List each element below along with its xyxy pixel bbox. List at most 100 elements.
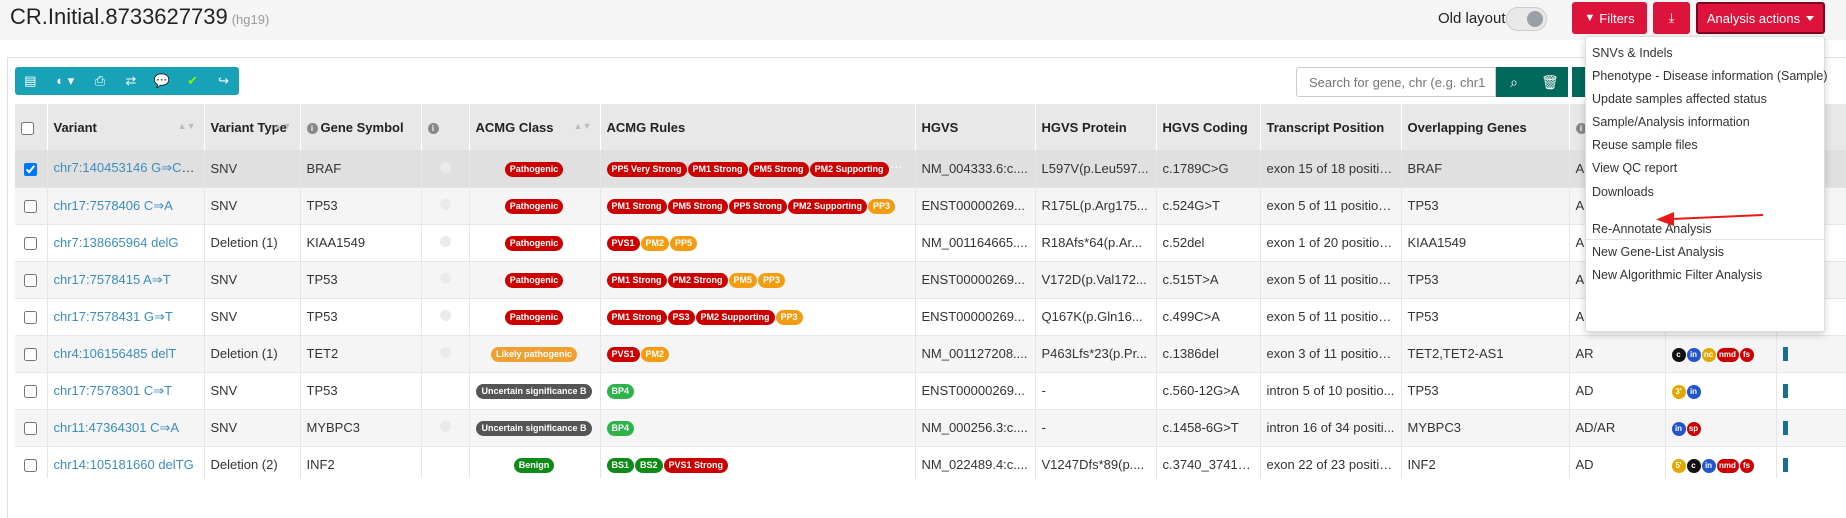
variant-cell[interactable]: chr17:7578415 A⇒T	[47, 261, 205, 299]
row-checkbox[interactable]	[24, 311, 38, 325]
variant-cell[interactable]: chr11:47364301 C⇒A	[47, 409, 205, 447]
comments-icon[interactable]: 💬	[146, 67, 177, 95]
menu-item-phenotype[interactable]: Phenotype - Disease information (Sample)	[1592, 69, 1828, 83]
variant-cell[interactable]: chr7:138665964 delG	[47, 224, 205, 262]
col-variant[interactable]: Variant ▲▼	[47, 104, 205, 150]
variant-link[interactable]: chr17:7578431 G⇒T	[54, 309, 173, 324]
variant-type-cell: SNV	[204, 372, 301, 410]
menu-item-sample-info[interactable]: Sample/Analysis information	[1592, 115, 1750, 129]
table-row[interactable]: chr17:7578301 C⇒T SNV TP53 Uncertain sig…	[15, 372, 1846, 410]
caret-down-icon	[1806, 15, 1815, 21]
row-checkbox[interactable]	[24, 348, 38, 362]
share-icon[interactable]: ↪	[208, 67, 239, 95]
old-layout-toggle[interactable]	[1506, 7, 1547, 31]
acmg-rule-badge: PP3	[868, 199, 896, 214]
table-row[interactable]: chr17:7578406 C⇒A SNV TP53 Pathogenic PM…	[15, 187, 1846, 225]
menu-item-new-gene-list[interactable]: New Gene-List Analysis	[1592, 245, 1724, 259]
table-row[interactable]: chr7:140453146 G⇒C 💬 SNV BRAF Pathogenic…	[15, 150, 1846, 188]
variant-cell[interactable]: chr17:7578431 G⇒T	[47, 298, 205, 336]
acmg-class-cell: Pathogenic	[469, 261, 601, 299]
table-row[interactable]: chr17:7578431 G⇒T SNV TP53 Pathogenic PM…	[15, 298, 1846, 336]
menu-item-new-algorithmic[interactable]: New Algorithmic Filter Analysis	[1592, 268, 1762, 282]
acmg-rule-badge: PM1 Strong	[687, 161, 748, 177]
menu-item-downloads[interactable]: Downloads	[1592, 185, 1654, 199]
consequence-badge: c	[1671, 348, 1686, 362]
variant-link[interactable]: chr7:138665964 delG	[54, 235, 179, 250]
print-icon[interactable]: ⎙	[85, 67, 116, 95]
variant-link[interactable]: chr17:7578406 C⇒A	[54, 198, 173, 213]
analysis-actions-button[interactable]: Analysis actions	[1696, 2, 1825, 34]
columns-icon[interactable]: ▤	[15, 67, 46, 95]
row-checkbox[interactable]	[24, 422, 38, 436]
variant-link[interactable]: chr14:105181660 delTG	[54, 457, 194, 472]
select-all-header[interactable]	[15, 104, 48, 150]
overlapping-genes-cell: TP53	[1401, 298, 1570, 336]
variant-cell[interactable]: chr7:140453146 G⇒C 💬	[47, 150, 205, 188]
menu-item-reuse-files[interactable]: Reuse sample files	[1592, 138, 1698, 152]
swap-icon[interactable]: ⇄	[115, 67, 146, 95]
filter-icon: ▼	[1584, 12, 1596, 24]
acmg-rules-cell: PM1 Strong PS3 PM2 Supporting PP3	[600, 298, 916, 336]
variant-cell[interactable]: chr14:105181660 delTG	[47, 446, 205, 478]
menu-item-qc-report[interactable]: View QC report	[1592, 161, 1677, 175]
clear-search-button[interactable]: 🗑	[1532, 67, 1568, 97]
select-all-checkbox[interactable]	[21, 121, 34, 135]
variant-link[interactable]: chr7:140453146 G⇒C	[54, 160, 195, 175]
col-hgvs-protein[interactable]: HGVS Protein	[1035, 104, 1157, 150]
variant-link[interactable]: chr17:7578301 C⇒T	[54, 383, 173, 398]
acmg-class-cell: Benign	[469, 446, 601, 478]
info-cell	[421, 409, 470, 447]
variant-cell[interactable]: chr17:7578406 C⇒A	[47, 187, 205, 225]
row-checkbox[interactable]	[24, 274, 38, 288]
col-hgvs-coding[interactable]: HGVS Coding	[1156, 104, 1261, 150]
acmg-class-cell: Likely pathogenic	[469, 335, 601, 373]
variant-link[interactable]: chr4:106156485 delT	[54, 346, 177, 361]
variant-cell[interactable]: chr17:7578301 C⇒T	[47, 372, 205, 410]
row-checkbox[interactable]	[24, 237, 38, 251]
row-checkbox[interactable]	[24, 385, 38, 399]
menu-item-reannotate[interactable]: Re-Annotate Analysis	[1592, 222, 1712, 236]
contrast-icon[interactable]: ◐ ▾	[46, 67, 85, 95]
col-hgvs[interactable]: HGVS	[915, 104, 1036, 150]
sort-icon: ▲▼	[573, 121, 592, 131]
col-info[interactable]: i	[421, 104, 470, 150]
col-gene-symbol[interactable]: i Gene Symbol	[300, 104, 422, 150]
hgvs-coding-cell: c.1789C>G	[1156, 150, 1261, 188]
acmg-rule-badge: PM2 Supporting	[695, 310, 775, 325]
info-icon: i	[427, 122, 439, 134]
row-checkbox[interactable]	[24, 459, 38, 473]
table-row[interactable]: chr17:7578415 A⇒T SNV TP53 Pathogenic PM…	[15, 261, 1846, 299]
download-button[interactable]: ⤓	[1653, 2, 1690, 34]
acmg-rule-badge: PM2 Strong	[667, 273, 728, 288]
row-select-cell	[15, 446, 48, 478]
variant-cell[interactable]: chr4:106156485 delT	[47, 335, 205, 373]
variant-link[interactable]: chr17:7578415 A⇒T	[54, 272, 171, 287]
gene-symbol-cell: MYBPC3	[300, 409, 422, 447]
table-row[interactable]: chr7:138665964 delG Deletion (1) KIAA154…	[15, 224, 1846, 262]
filters-button[interactable]: ▼ Filters	[1572, 2, 1647, 34]
row-checkbox[interactable]	[24, 162, 38, 176]
row-select-cell	[15, 372, 48, 410]
acmg-rules-cell: PVS1 PM2	[600, 335, 916, 373]
variant-link[interactable]: chr11:47364301 C⇒A	[54, 420, 180, 435]
search-input[interactable]	[1296, 67, 1496, 97]
consequence-badge: in	[1701, 459, 1716, 473]
col-transcript-position[interactable]: Transcript Position	[1260, 104, 1402, 150]
table-row[interactable]: chr4:106156485 delT Deletion (1) TET2 Li…	[15, 335, 1846, 373]
gene-symbol-cell: BRAF	[300, 150, 422, 188]
table-row[interactable]: chr14:105181660 delTG Deletion (2) INF2 …	[15, 446, 1846, 478]
col-acmg-class[interactable]: ACMG Class ▲▼	[469, 104, 601, 150]
col-variant-type[interactable]: Variant Type ▲▼	[204, 104, 301, 150]
row-checkbox[interactable]	[24, 200, 38, 214]
teal-bar-icon	[1782, 421, 1788, 436]
col-overlapping-genes[interactable]: Overlapping Genes	[1401, 104, 1570, 150]
col-acmg-rules[interactable]: ACMG Rules	[600, 104, 916, 150]
table-row[interactable]: chr11:47364301 C⇒A SNV MYBPC3 Uncertain …	[15, 409, 1846, 447]
overlapping-genes-cell: INF2	[1401, 446, 1570, 478]
search-button[interactable]: ⌕	[1496, 67, 1532, 97]
menu-item-snvs-indels[interactable]: SNVs & Indels	[1592, 46, 1673, 60]
search-icon: ⌕	[1510, 73, 1518, 90]
check-icon[interactable]: ✔	[177, 67, 208, 95]
reference-genome: (hg19)	[231, 12, 270, 27]
menu-item-update-affected[interactable]: Update samples affected status	[1592, 92, 1767, 106]
